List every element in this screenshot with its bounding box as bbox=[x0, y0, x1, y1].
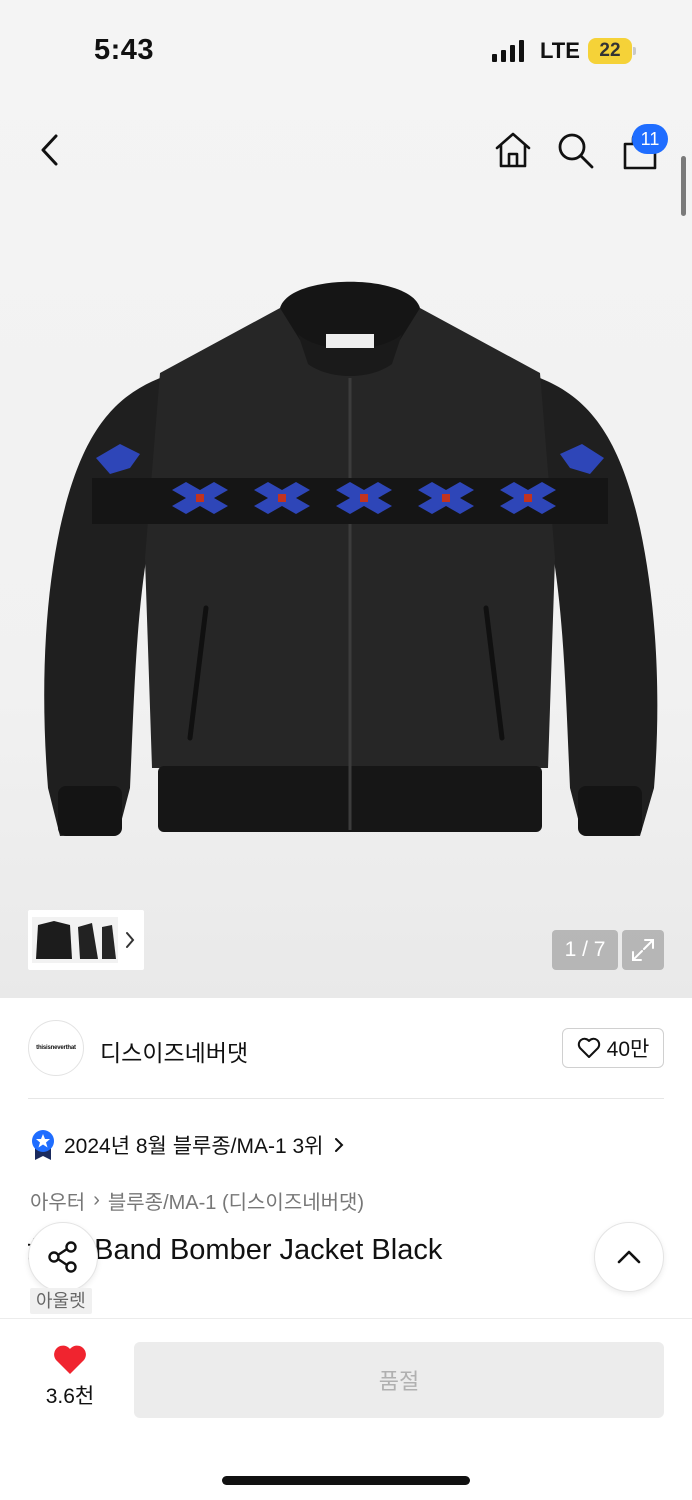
ranking-text: 2024년 8월 블루종/MA-1 3위 bbox=[64, 1135, 324, 1158]
thumbnail-image bbox=[32, 917, 118, 963]
heart-filled-icon bbox=[54, 1345, 86, 1374]
chevron-left-icon bbox=[41, 134, 58, 166]
home-indicator[interactable] bbox=[222, 1476, 470, 1485]
scrollbar[interactable] bbox=[681, 156, 686, 216]
outlet-tag: 아울렛 bbox=[30, 1288, 92, 1314]
ranking-link[interactable]: 2024년 8월 블루종/MA-1 3위 bbox=[30, 1128, 346, 1162]
home-icon bbox=[495, 132, 531, 168]
brand-like-button[interactable]: 40만 bbox=[562, 1028, 664, 1068]
breadcrumb-category[interactable]: 아우터 bbox=[30, 1186, 85, 1215]
brand-like-count: 40만 bbox=[606, 1038, 650, 1061]
network-label: LTE bbox=[540, 38, 580, 63]
product-like-count: 3.6천 bbox=[45, 1385, 95, 1408]
breadcrumb-subcategory[interactable]: 블루종/MA-1 (디스이즈네버댓) bbox=[108, 1186, 364, 1215]
breadcrumb-separator: › bbox=[93, 1189, 100, 1211]
share-button[interactable] bbox=[28, 1222, 98, 1292]
sold-out-button[interactable]: 품절 bbox=[134, 1342, 664, 1418]
search-icon bbox=[558, 133, 594, 169]
cart-count-badge: 11 bbox=[632, 124, 668, 154]
expand-icon bbox=[632, 939, 654, 961]
search-button[interactable] bbox=[552, 126, 598, 174]
back-button[interactable] bbox=[28, 128, 72, 172]
divider bbox=[28, 1098, 664, 1099]
status-bar: 5:43 LTE 22 bbox=[0, 0, 692, 100]
home-button[interactable] bbox=[490, 126, 536, 174]
brand-logo[interactable]: thisisneverthat bbox=[28, 1020, 84, 1076]
chevron-up-icon bbox=[617, 1250, 641, 1264]
chevron-right-icon bbox=[334, 1138, 343, 1152]
breadcrumb: 아우터 › 블루종/MA-1 (디스이즈네버댓) bbox=[30, 1186, 364, 1215]
signal-icon bbox=[492, 40, 524, 62]
thumbnail-strip[interactable] bbox=[28, 910, 144, 970]
expand-button[interactable] bbox=[622, 930, 664, 970]
status-time: 5:43 bbox=[94, 34, 155, 66]
battery-tip bbox=[633, 47, 636, 55]
share-icon bbox=[48, 1241, 77, 1273]
brand-name[interactable]: 디스이즈네버댓 bbox=[100, 1034, 248, 1068]
ranking-badge-icon bbox=[32, 1130, 54, 1160]
gallery-page-counter: 1 / 7 bbox=[552, 930, 618, 970]
product-image[interactable] bbox=[30, 268, 670, 848]
scroll-top-button[interactable] bbox=[594, 1222, 664, 1292]
chevron-right-icon bbox=[126, 932, 135, 948]
heart-outline-icon bbox=[577, 1037, 600, 1058]
product-like-button[interactable]: 3.6천 bbox=[30, 1344, 110, 1414]
product-hero: 5:43 LTE 22 11 1 / 7 bbox=[0, 0, 692, 998]
battery-icon: 22 bbox=[588, 38, 632, 64]
